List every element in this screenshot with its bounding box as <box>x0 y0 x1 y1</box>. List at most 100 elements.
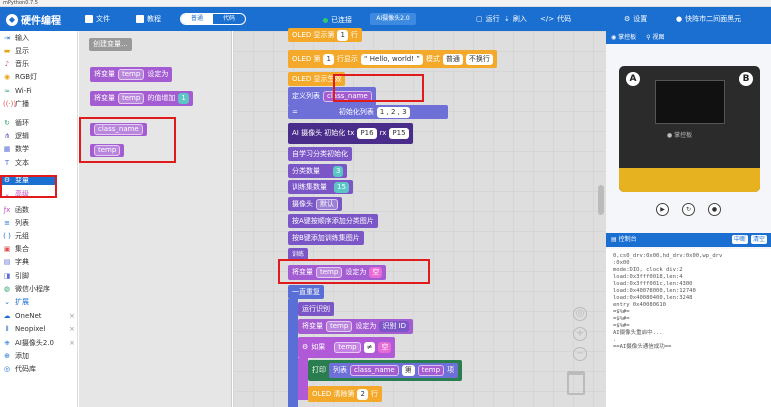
workspace-scrollbar[interactable] <box>598 185 604 215</box>
sidebar-item-21[interactable]: ☁ OneNet × <box>3 311 75 321</box>
camera-dropdown[interactable]: 默认 <box>316 198 338 210</box>
trash-icon[interactable] <box>567 371 585 395</box>
set-temp-recog-block[interactable]: 将变量 temp 设定为 识别 ID <box>298 319 414 334</box>
recog-id-dropdown[interactable]: 识别 ID <box>379 321 410 332</box>
recenter-icon[interactable]: ◎ <box>573 307 587 321</box>
connection-status[interactable]: 已连接 <box>323 15 352 25</box>
if-block[interactable]: ⚙ 如果 temp ≠ 空 <box>298 337 396 358</box>
sidebar-item-13[interactable]: ƒx 函数 <box>3 205 29 215</box>
settings-button[interactable]: ⚙ 设置 <box>624 14 647 24</box>
train-count-input[interactable]: 15 <box>334 181 349 193</box>
sidebar-item-16[interactable]: ▣ 集合 <box>3 244 29 254</box>
var-dropdown[interactable]: temp <box>118 93 145 104</box>
zoom-out-icon[interactable]: − <box>573 347 587 361</box>
play-icon[interactable]: ▶ <box>656 203 669 216</box>
tx-pin-dropdown[interactable]: P16 <box>357 128 377 139</box>
train-count-block[interactable]: 训练集数量 15 <box>288 180 353 194</box>
ai-camera-init-block[interactable]: AI 摄像头 初始化 tx P16 rx P15 <box>288 123 413 144</box>
sidebar-item-18[interactable]: ◨ 引脚 <box>3 271 29 281</box>
flyout-change-variable-block[interactable]: 将变量 temp 的值增加 1 <box>90 91 193 106</box>
restart-icon[interactable]: ↻ <box>682 203 695 216</box>
sidebar-item-7[interactable]: ↻ 循环 <box>3 118 29 128</box>
list-var-dropdown[interactable]: class_name <box>350 365 399 376</box>
sidebar-item-20[interactable]: ⌄ 扩展 <box>3 297 29 307</box>
var-dropdown[interactable]: temp <box>334 342 361 353</box>
run-button[interactable]: ▢ 运行 <box>476 14 500 24</box>
stop-icon[interactable]: ● <box>708 203 721 216</box>
sidebar-item-15[interactable]: ( ) 元组 <box>3 231 29 241</box>
sidebar-item-3[interactable]: ♪ 音乐 <box>3 59 29 69</box>
list-item-block[interactable]: 列表 class_name 第 temp 项 <box>329 363 459 378</box>
var-dropdown[interactable]: temp <box>417 365 445 376</box>
index-dropdown[interactable]: 第 <box>401 365 415 376</box>
var-dropdown[interactable]: temp <box>326 321 353 332</box>
label: 定义列表 <box>292 92 320 100</box>
oled-clear-line-block[interactable]: OLED 清除第 2 行 <box>308 386 382 402</box>
line-input[interactable]: 1 <box>337 29 348 41</box>
empty-value[interactable]: 空 <box>378 342 392 353</box>
line-input[interactable]: 1 <box>323 53 334 65</box>
tutorial-menu[interactable]: 教程 <box>136 14 161 24</box>
settings-icon[interactable]: ⚙ <box>302 340 308 355</box>
create-variable-button[interactable]: 创建变量... <box>89 38 132 51</box>
close-icon[interactable]: × <box>69 311 75 321</box>
button-b[interactable]: B <box>739 72 753 86</box>
console-interrupt-button[interactable]: 中断 <box>731 235 748 244</box>
oled-show-text-block[interactable]: OLED 第 1 行显示 “ Hello, world! ” 模式 普通 不换行 <box>288 50 497 68</box>
self-learn-init-block[interactable]: 自学习分类初始化 <box>288 147 352 161</box>
sidebar-item-label: 显示 <box>15 47 29 55</box>
code-button[interactable]: </> 代码 <box>540 14 571 24</box>
sidebar-item-22[interactable]: ⦀ Neopixel × <box>3 324 74 334</box>
oled-show-line-block[interactable]: OLED 显示第 1 行 <box>288 28 362 42</box>
mode-code[interactable]: 代码 <box>213 14 245 24</box>
sidebar-item-24[interactable]: ⊕ 添加 <box>3 351 29 361</box>
console-clear-button[interactable]: 清空 <box>750 235 767 244</box>
tab-board[interactable]: ◉ 掌控板 <box>611 34 636 41</box>
change-amount-input[interactable]: 1 <box>178 93 189 104</box>
flyout-set-variable-block[interactable]: 将变量 temp 设定为 <box>90 67 173 82</box>
sidebar-item-25[interactable]: ◎ 代码库 <box>3 364 36 374</box>
user-menu[interactable]: ● 快阵市二间面黑元 <box>676 14 741 24</box>
sidebar-item-9[interactable]: ▦ 数学 <box>3 144 29 154</box>
sidebar-item-4[interactable]: ◉ RGB灯 <box>3 72 37 82</box>
wrap-dropdown[interactable]: 不换行 <box>465 53 493 65</box>
tab-view[interactable]: ⚲ 视图 <box>646 34 664 41</box>
file-menu[interactable]: 文件 <box>85 14 110 24</box>
add-by-a-block[interactable]: 按A键按顺序添加分类图片 <box>288 214 378 228</box>
sidebar-item-5[interactable]: ≈ Wi-Fi <box>3 86 32 96</box>
line-input[interactable]: 2 <box>357 388 368 400</box>
close-icon[interactable]: × <box>69 324 75 334</box>
sidebar-item-2[interactable]: ▬ 显示 <box>3 46 29 56</box>
init-values-input[interactable]: 1 , 2 , 3 <box>376 106 410 118</box>
sidebar-item-8[interactable]: ⋔ 逻辑 <box>3 131 29 141</box>
mode-toggle[interactable]: 普通 代码 <box>180 13 246 25</box>
run-recognition-block[interactable]: 运行识别 <box>298 302 334 316</box>
cloud-icon: ☁ <box>3 312 11 320</box>
sidebar-item-23[interactable]: ⎈ AI摄像头2.0 × <box>3 338 75 348</box>
button-a[interactable]: A <box>626 72 640 86</box>
forever-loop-block[interactable]: 一直重复 <box>288 285 324 299</box>
board-simulator[interactable]: A B ● 掌控板 <box>619 66 760 192</box>
class-count-input[interactable]: 3 <box>333 165 344 177</box>
sidebar-item-14[interactable]: ≡ 列表 <box>3 218 29 228</box>
var-dropdown[interactable]: temp <box>118 69 145 80</box>
class-count-block[interactable]: 分类数量 3 <box>288 164 348 178</box>
zoom-in-icon[interactable]: + <box>573 327 587 341</box>
sidebar-item-17[interactable]: ▤ 字典 <box>3 257 29 267</box>
print-block[interactable]: 打印 列表 class_name 第 temp 项 <box>308 360 463 381</box>
operator-dropdown[interactable]: ≠ <box>363 342 376 353</box>
add-by-b-block[interactable]: 按B键添加训练集图片 <box>288 231 364 245</box>
sidebar-item-1[interactable]: ⇥ 输入 <box>3 33 29 43</box>
text-input[interactable]: “ Hello, world! ” <box>360 53 423 65</box>
mode-normal[interactable]: 普通 <box>181 14 213 24</box>
flash-button[interactable]: ⇣ 刷入 <box>504 14 527 24</box>
sidebar-item-10[interactable]: T 文本 <box>3 158 29 168</box>
mode-dropdown[interactable]: 普通 <box>442 53 463 65</box>
console-output[interactable]: 0,cs0_drv:0x00,hd_drv:0x00,wp_drv :0x00 … <box>606 249 771 407</box>
close-icon[interactable]: × <box>69 338 75 348</box>
sidebar-item-19[interactable]: ◍ 微信小程序 <box>3 284 50 294</box>
sidebar-item-6[interactable]: ((·)) 广播 <box>3 99 29 109</box>
camera-select-block[interactable]: 摄像头 默认 <box>288 197 342 211</box>
device-select[interactable]: AI摄像头2.0 <box>370 13 416 25</box>
rx-pin-dropdown[interactable]: P15 <box>389 128 409 139</box>
